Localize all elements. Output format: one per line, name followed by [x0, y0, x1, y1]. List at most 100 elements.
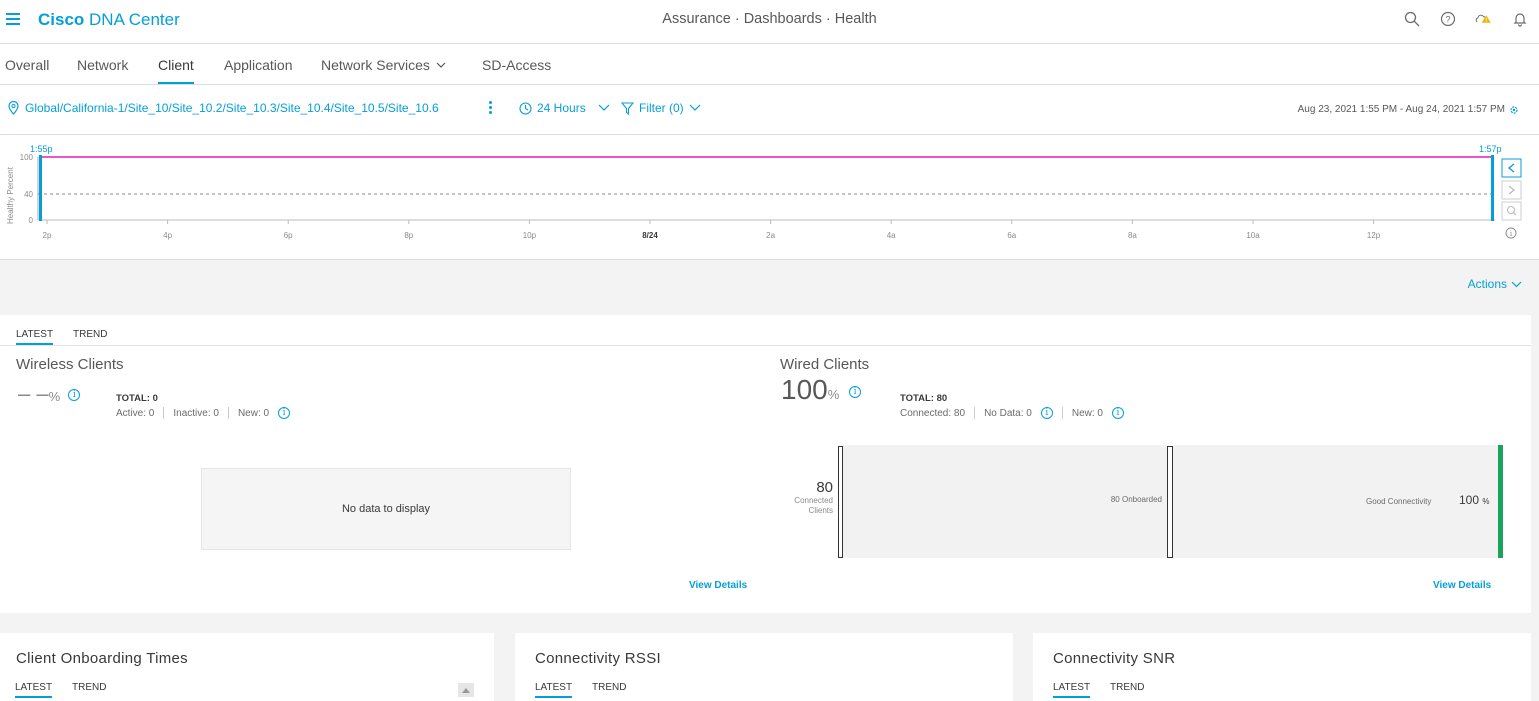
wired-health-unit: %: [827, 387, 840, 402]
x-tick-label: 2a: [766, 231, 775, 240]
chevron-down-icon: [598, 104, 610, 111]
actions-row: Actions: [0, 260, 1539, 315]
cloud-alert-icon[interactable]: [1475, 10, 1493, 28]
x-tick-label: 8/24: [642, 231, 658, 240]
wireless-active: Active: 0: [116, 407, 155, 419]
tab-client[interactable]: Client: [158, 57, 194, 84]
separator: [227, 407, 229, 419]
funnel-segment-good[interactable]: Good Connectivity 100 %: [1173, 445, 1498, 558]
tab-latest[interactable]: LATEST: [1053, 682, 1091, 698]
y-tick-100: 100: [20, 153, 34, 162]
wireless-health-value: – –% i: [18, 381, 81, 407]
time-range-label: 24 Hours: [537, 101, 586, 115]
info-icon[interactable]: i: [1112, 407, 1124, 419]
tab-network-services-label: Network Services: [321, 57, 430, 73]
x-tick-label: 8a: [1128, 231, 1137, 240]
svg-text:?: ?: [1445, 15, 1450, 25]
scroll-up-icon[interactable]: [458, 683, 474, 697]
wired-no-data: No Data: 0: [984, 407, 1032, 419]
good-connectivity-value: 100: [1459, 493, 1480, 507]
top-bar: Cisco DNA Center Assurance · Dashboards …: [0, 0, 1539, 44]
y-tick-40: 40: [24, 190, 33, 199]
good-connectivity-label: Good Connectivity: [1366, 497, 1432, 506]
chevron-down-icon: [436, 62, 446, 68]
tab-application[interactable]: Application: [224, 57, 293, 73]
help-icon[interactable]: ?: [1439, 10, 1457, 28]
notifications-bell-icon[interactable]: [1511, 10, 1529, 28]
gear-icon[interactable]: [1509, 105, 1519, 115]
wired-total: TOTAL: 80: [900, 393, 948, 404]
tab-latest[interactable]: LATEST: [16, 329, 54, 345]
good-connectivity-bar: [1498, 445, 1503, 558]
search-icon[interactable]: [1403, 10, 1421, 28]
info-icon[interactable]: i: [278, 407, 291, 419]
card-tabs: LATEST TREND: [1053, 682, 1145, 698]
info-icon[interactable]: i: [1040, 407, 1053, 419]
clock-icon: [519, 101, 532, 115]
info-icon[interactable]: i: [68, 389, 81, 402]
timeline-ylabel: Healthy Percent: [6, 166, 15, 224]
timeline-info-icon[interactable]: i: [1505, 227, 1517, 239]
timeline-next-button[interactable]: [1501, 180, 1522, 200]
x-ticks: 2p 4p 6p 8p 10p 8/24 2a 4a 6a 8a 10a 12p: [43, 220, 1381, 240]
connectivity-snr-card: Connectivity SNR LATEST TREND: [1033, 633, 1531, 701]
dashboard-tabs: Overall Network Client Application Netwo…: [0, 44, 1539, 85]
client-onboarding-times-card: Client Onboarding Times LATEST TREND: [0, 633, 494, 701]
card-title: Connectivity RSSI: [535, 650, 661, 667]
wireless-view-details-link[interactable]: View Details: [689, 580, 747, 591]
funnel-count-label-2: Clients: [808, 506, 833, 515]
tab-trend[interactable]: TREND: [73, 329, 107, 344]
tab-overall[interactable]: Overall: [5, 57, 49, 73]
svg-text:i: i: [1510, 230, 1513, 238]
filter-selector[interactable]: Filter (0): [621, 101, 701, 115]
wireless-health-number: – –: [18, 381, 49, 406]
wired-funnel[interactable]: 80 Connected Clients 80 Onboarded Good C…: [780, 445, 1505, 558]
health-timeline[interactable]: Healthy Percent 100 40 0 2p 4p 6p 8p 10p 8/24…: [0, 135, 1539, 260]
actions-dropdown[interactable]: Actions: [1468, 277, 1522, 291]
more-options-icon[interactable]: [489, 101, 492, 116]
wired-new: New: 0: [1071, 407, 1103, 419]
tab-latest[interactable]: LATEST: [15, 682, 53, 698]
card-tabs: LATEST TREND: [15, 682, 107, 698]
funnel-segment-onboarded[interactable]: 80 Onboarded: [843, 445, 1168, 558]
y-tick-0: 0: [29, 216, 34, 225]
wired-stats: Connected: 80 No Data: 0 i New: 0 i: [900, 407, 1124, 419]
tab-sd-access[interactable]: SD-Access: [482, 57, 551, 73]
end-handle[interactable]: [1491, 155, 1494, 221]
separator: [1061, 407, 1063, 419]
actions-label: Actions: [1467, 277, 1507, 291]
wired-connected: Connected: 80: [900, 407, 966, 419]
header-icons: ?: [1403, 10, 1529, 28]
x-tick-label: 12p: [1367, 231, 1381, 240]
timeline-prev-button[interactable]: [1501, 158, 1522, 178]
divider: [0, 345, 1531, 346]
good-connectivity-pct: 100 %: [1459, 493, 1490, 507]
tab-network[interactable]: Network: [77, 57, 128, 73]
separator: [163, 407, 165, 419]
funnel-count: 80: [816, 479, 833, 496]
start-handle[interactable]: [39, 155, 42, 221]
client-panel-tabs: LATEST TREND: [16, 329, 108, 345]
x-tick-label: 4p: [163, 231, 172, 240]
tab-latest[interactable]: LATEST: [535, 682, 573, 698]
tab-network-services[interactable]: Network Services: [321, 57, 446, 73]
timeline-zoom-button[interactable]: [1501, 201, 1522, 221]
time-range-selector[interactable]: 24 Hours: [519, 101, 611, 115]
card-title: Connectivity SNR: [1053, 650, 1176, 667]
wireless-clients-title: Wireless Clients: [16, 356, 124, 373]
wireless-inactive: Inactive: 0: [173, 407, 219, 419]
chevron-down-icon: [689, 104, 701, 111]
wireless-no-data: No data to display: [201, 468, 571, 550]
wired-health-number: 100: [781, 374, 828, 405]
connectivity-rssi-card: Connectivity RSSI LATEST TREND: [515, 633, 1013, 701]
location-selector[interactable]: Global/California-1/Site_10/Site_10.2/Si…: [8, 101, 439, 115]
tab-trend[interactable]: TREND: [72, 682, 106, 697]
tab-trend[interactable]: TREND: [592, 682, 626, 697]
wireless-new: New: 0: [237, 407, 270, 419]
filter-funnel-icon: [621, 101, 634, 115]
x-tick-label: 10p: [523, 231, 537, 240]
wired-view-details-link[interactable]: View Details: [1433, 580, 1491, 591]
date-range: Aug 23, 2021 1:55 PM - Aug 24, 2021 1:57…: [1298, 104, 1519, 115]
info-icon[interactable]: i: [849, 385, 862, 398]
tab-trend[interactable]: TREND: [1110, 682, 1144, 697]
